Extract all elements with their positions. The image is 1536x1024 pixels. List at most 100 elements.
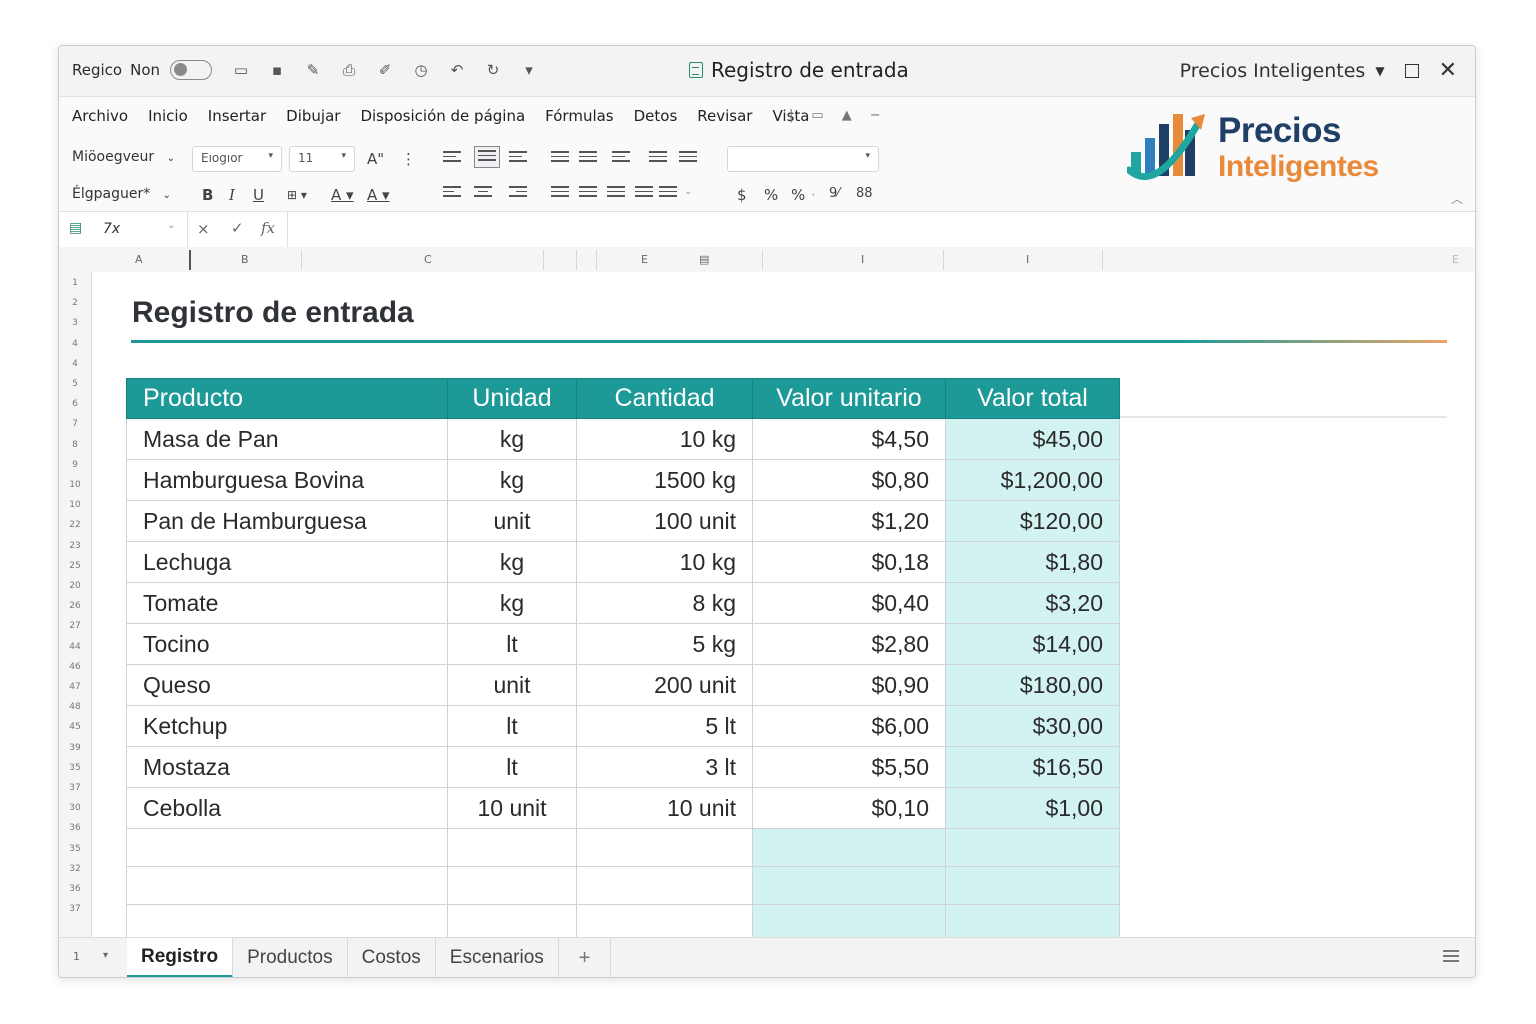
column-header-e2[interactable]: E: [1452, 253, 1459, 266]
menu-dibujar[interactable]: Dibujar: [286, 107, 340, 125]
valor-unitario-cell[interactable]: $1,20: [752, 500, 946, 542]
cantidad-cell[interactable]: 10 kg: [576, 418, 753, 460]
collapse-ribbon-icon[interactable]: ︿: [1451, 190, 1463, 207]
empty-cell[interactable]: [126, 866, 448, 905]
row-number[interactable]: 32: [59, 864, 91, 874]
menu-insertar[interactable]: Insertar: [208, 107, 266, 125]
valor-unitario-cell[interactable]: $0,10: [752, 787, 946, 829]
align-middle-icon[interactable]: [474, 146, 500, 168]
menu-datos[interactable]: Detos: [634, 107, 678, 125]
cantidad-cell[interactable]: 1500 kg: [576, 459, 753, 501]
valor-total-cell[interactable]: $30,00: [945, 705, 1120, 747]
row-number[interactable]: 26: [59, 601, 91, 611]
row-number[interactable]: 45: [59, 722, 91, 732]
save-icon[interactable]: ▪: [268, 61, 286, 79]
valor-total-cell[interactable]: $180,00: [945, 664, 1120, 706]
valor-total-cell[interactable]: $16,50: [945, 746, 1120, 788]
italic-button[interactable]: I: [229, 186, 235, 204]
currency-button[interactable]: $: [737, 186, 747, 204]
header-valor-total[interactable]: Valor total: [945, 378, 1120, 419]
unidad-cell[interactable]: lt: [447, 746, 577, 788]
producto-cell[interactable]: Cebolla: [126, 787, 448, 829]
empty-cell[interactable]: [752, 828, 946, 867]
cantidad-cell[interactable]: 3 lt: [576, 746, 753, 788]
autosave-toggle[interactable]: [170, 60, 212, 80]
row-number[interactable]: 27: [59, 621, 91, 631]
empty-cell[interactable]: [945, 828, 1120, 867]
customize-chevron-icon[interactable]: ▾: [520, 61, 538, 79]
print-icon[interactable]: ⎙: [340, 61, 358, 79]
column-header-c[interactable]: C: [424, 253, 432, 266]
wrap-text-icon[interactable]: [579, 151, 597, 165]
empty-cell[interactable]: [447, 828, 577, 867]
row-number[interactable]: 20: [59, 581, 91, 591]
cantidad-cell[interactable]: 5 lt: [576, 705, 753, 747]
producto-cell[interactable]: Tomate: [126, 582, 448, 624]
underline-button[interactable]: U: [253, 186, 264, 204]
cantidad-cell[interactable]: 5 kg: [576, 623, 753, 665]
valor-unitario-cell[interactable]: $0,18: [752, 541, 946, 583]
valor-unitario-cell[interactable]: $5,50: [752, 746, 946, 788]
producto-cell[interactable]: Queso: [126, 664, 448, 706]
row-number[interactable]: 8: [59, 440, 91, 450]
header-unidad[interactable]: Unidad: [447, 378, 577, 419]
empty-cell[interactable]: [945, 866, 1120, 905]
chevron-down-icon[interactable]: ▾: [103, 950, 108, 961]
borders-icon[interactable]: ⊞ ▾: [287, 188, 307, 202]
valor-unitario-cell[interactable]: $0,80: [752, 459, 946, 501]
row-number[interactable]: 10: [59, 480, 91, 490]
producto-cell[interactable]: Tocino: [126, 623, 448, 665]
valor-unitario-cell[interactable]: $6,00: [752, 705, 946, 747]
row-number[interactable]: 3: [59, 318, 91, 328]
menu-revisar[interactable]: Revisar: [697, 107, 752, 125]
unidad-cell[interactable]: kg: [447, 459, 577, 501]
valor-unitario-cell[interactable]: $2,80: [752, 623, 946, 665]
unidad-cell[interactable]: lt: [447, 623, 577, 665]
row-number[interactable]: 22: [59, 520, 91, 530]
producto-cell[interactable]: Ketchup: [126, 705, 448, 747]
align-bottom-icon[interactable]: [509, 151, 527, 165]
valor-unitario-cell[interactable]: $0,90: [752, 664, 946, 706]
draw-icon[interactable]: ✐: [376, 61, 394, 79]
valor-total-cell[interactable]: $14,00: [945, 623, 1120, 665]
row-number[interactable]: 36: [59, 823, 91, 833]
decrease-indent-icon[interactable]: [607, 186, 625, 200]
text-direction-icon[interactable]: [659, 186, 677, 200]
row-number[interactable]: 44: [59, 642, 91, 652]
unidad-cell[interactable]: kg: [447, 541, 577, 583]
header-valor-unitario[interactable]: Valor unitario: [752, 378, 946, 419]
name-box[interactable]: ▤ 7x ⌄: [59, 212, 188, 248]
row-number[interactable]: 6: [59, 399, 91, 409]
valor-total-cell[interactable]: $3,20: [945, 582, 1120, 624]
sheet-list-icon[interactable]: [1443, 950, 1459, 965]
new-icon[interactable]: ▭: [232, 61, 250, 79]
unidad-cell[interactable]: unit: [447, 500, 577, 542]
column-header-b[interactable]: B: [241, 253, 249, 266]
producto-cell[interactable]: Lechuga: [126, 541, 448, 583]
grow-font-button[interactable]: A": [367, 150, 384, 168]
producto-cell[interactable]: Masa de Pan: [126, 418, 448, 460]
empty-cell[interactable]: [576, 828, 753, 867]
cantidad-cell[interactable]: 10 kg: [576, 541, 753, 583]
row-number[interactable]: 1: [59, 278, 91, 288]
row-number[interactable]: 36: [59, 884, 91, 894]
style-dropdown-2[interactable]: Élgpaguer* ⌄: [72, 186, 171, 202]
row-number[interactable]: 7: [59, 419, 91, 429]
empty-cell[interactable]: [126, 828, 448, 867]
valor-unitario-cell[interactable]: $0,40: [752, 582, 946, 624]
history-icon[interactable]: ◷: [412, 61, 430, 79]
row-number[interactable]: 30: [59, 803, 91, 813]
unidad-cell[interactable]: 10 unit: [447, 787, 577, 829]
increase-indent-icon[interactable]: [635, 186, 653, 200]
indent-icon[interactable]: [551, 151, 569, 165]
row-number[interactable]: 35: [59, 844, 91, 854]
cantidad-cell[interactable]: 10 unit: [576, 787, 753, 829]
format-painter-icon[interactable]: ✎: [304, 61, 322, 79]
empty-cell[interactable]: [752, 866, 946, 905]
fx-icon[interactable]: fx: [261, 219, 275, 237]
cancel-icon[interactable]: ×: [197, 220, 210, 238]
empty-cell[interactable]: [576, 866, 753, 905]
row-number[interactable]: 5: [59, 379, 91, 389]
row-number[interactable]: 48: [59, 702, 91, 712]
formula-input[interactable]: [288, 212, 1475, 248]
